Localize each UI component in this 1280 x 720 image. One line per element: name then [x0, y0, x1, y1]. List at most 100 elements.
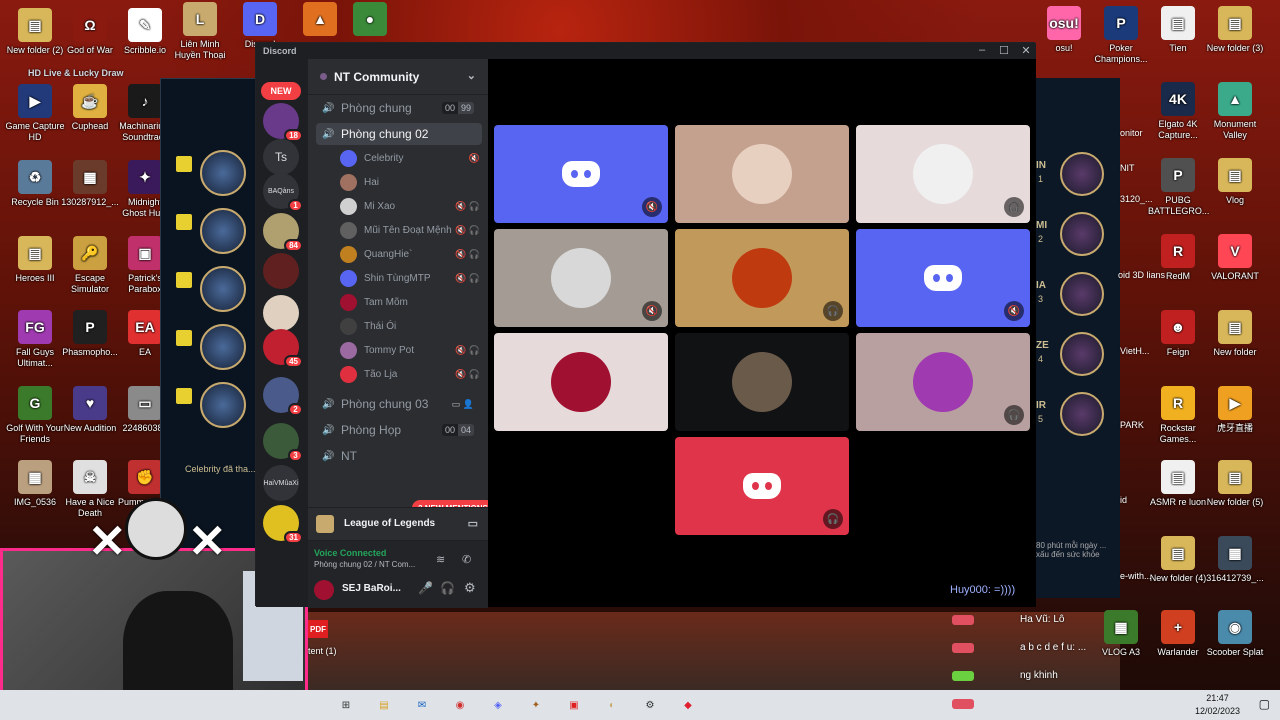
champion-portrait[interactable] — [1060, 212, 1104, 256]
participant-tile[interactable]: 🎧 — [856, 333, 1030, 431]
desktop-icon[interactable]: 🔑 Escape Simulator — [60, 236, 120, 295]
notification-icon[interactable]: ▢ — [1259, 697, 1270, 711]
participant-tile[interactable]: 🎧 — [856, 125, 1030, 223]
desktop-icon[interactable]: ▶ Game Capture HD — [5, 84, 65, 143]
desktop-icon[interactable]: ☕ Cuphead — [60, 84, 120, 132]
voice-user[interactable]: Hai — [340, 171, 480, 193]
desktop-icon[interactable]: ▶ 虎牙直播 — [1205, 386, 1265, 434]
participant-tile[interactable]: 🎧 — [675, 229, 849, 327]
chevron-down-icon[interactable]: ⌄ — [467, 69, 476, 82]
desktop-icon[interactable]: ▤ Tien — [1148, 6, 1208, 54]
gear-icon[interactable]: ⚙ — [464, 580, 476, 596]
desktop-icon[interactable]: P Phasmopho... — [60, 310, 120, 358]
server-icon[interactable]: 18 — [263, 103, 303, 142]
desktop-icon[interactable]: L Liên Minh Huyền Thoại — [170, 2, 230, 61]
taskbar-app-icon[interactable]: ✉ — [412, 695, 432, 715]
username[interactable]: SEJ BaRoi... — [342, 583, 401, 594]
participant-tile[interactable] — [494, 333, 668, 431]
server-icon[interactable]: BAQàns 1 — [263, 173, 303, 212]
server-icon[interactable]: 31 — [263, 505, 303, 544]
voice-user[interactable]: Mi Xao 🔇 🎧 — [340, 195, 480, 217]
desktop-icon[interactable]: ▤ New folder (4) — [1148, 536, 1208, 584]
close-icon[interactable]: ✕ — [1016, 44, 1036, 57]
server-icon[interactable] — [263, 295, 299, 331]
desktop-icon[interactable]: ▲ Monument Valley — [1205, 82, 1265, 141]
participant-tile[interactable]: 🔇 — [494, 229, 668, 327]
desktop-icon[interactable]: ♻ Recycle Bin — [5, 160, 65, 208]
desktop-icon[interactable]: Ω God of War — [60, 8, 120, 56]
desktop-icon[interactable]: ▦ VLOG A3 — [1091, 610, 1151, 658]
participant-tile[interactable]: 🔇 — [494, 125, 668, 223]
desktop-icon[interactable]: ▤ Heroes III — [5, 236, 65, 284]
voice-channel[interactable]: 🔊 Phòng chung 03 ▭ 👤 — [316, 393, 482, 415]
desktop-icon[interactable]: ▤ New folder — [1205, 310, 1265, 358]
taskbar-app-icon[interactable]: ◆ — [678, 695, 698, 715]
desktop-icon[interactable]: ◉ Scoober Splat — [1205, 610, 1265, 658]
desktop-icon[interactable]: G Golf With Your Friends — [5, 386, 65, 445]
voice-user[interactable]: Thái Ói — [340, 315, 480, 337]
voice-user[interactable]: Tam Mõm — [340, 291, 480, 313]
participant-tile[interactable]: 🔇 — [856, 229, 1030, 327]
server-icon[interactable]: HaiVMûaXi — [263, 465, 299, 501]
mic-icon[interactable]: 🎤 — [418, 581, 433, 595]
maximize-icon[interactable]: ☐ — [994, 44, 1014, 57]
desktop-icon[interactable]: ▦ IMG_0536 — [5, 460, 65, 508]
server-icon[interactable]: 45 — [263, 329, 303, 368]
desktop-icon[interactable]: FG Fall Guys Ultimat... — [5, 310, 65, 369]
noise-suppression-icon[interactable]: ≋ — [436, 553, 445, 566]
server-icon[interactable] — [263, 253, 299, 289]
pdf-icon[interactable]: PDF — [308, 620, 328, 638]
desktop-icon[interactable]: ♥ New Audition — [60, 386, 120, 434]
desktop-icon[interactable]: P Poker Champions... — [1091, 6, 1151, 65]
voice-channel[interactable]: 🔊 Phòng Họp 00 04 — [316, 419, 482, 441]
champion-portrait[interactable] — [200, 150, 246, 196]
champion-portrait[interactable] — [1060, 392, 1104, 436]
champion-portrait[interactable] — [200, 382, 246, 428]
voice-location[interactable]: Phòng chung 02 / NT Com... — [314, 560, 434, 569]
screen-icon[interactable]: ▭ — [468, 517, 478, 530]
participant-tile[interactable] — [675, 333, 849, 431]
server-icon[interactable]: 2 — [263, 377, 303, 416]
champion-portrait[interactable] — [200, 208, 246, 254]
desktop-icon[interactable]: ▦ 316412739_... — [1205, 536, 1265, 584]
taskbar-app-icon[interactable]: ✦ — [526, 695, 546, 715]
minimize-icon[interactable]: – — [972, 44, 992, 56]
headphones-icon[interactable]: 🎧 — [440, 581, 455, 595]
disconnect-icon[interactable]: ✆ — [462, 553, 471, 566]
champion-portrait[interactable] — [1060, 152, 1104, 196]
activity-bar[interactable]: League of Legends ▭ — [308, 507, 488, 539]
taskbar-app-icon[interactable]: ◐ — [602, 695, 622, 715]
server-header[interactable]: NT Community ⌄ — [308, 59, 488, 95]
taskbar-app-icon[interactable]: ⊞ — [336, 695, 356, 715]
server-icon[interactable]: 84 — [263, 213, 303, 252]
champion-portrait[interactable] — [200, 266, 246, 312]
desktop-icon[interactable]: 4K Elgato 4K Capture... — [1148, 82, 1208, 141]
desktop-icon[interactable]: V VALORANT — [1205, 234, 1265, 282]
champion-portrait[interactable] — [1060, 272, 1104, 316]
voice-user[interactable]: Tão Lja 🔇 🎧 — [340, 363, 480, 385]
desktop-icon[interactable]: ▤ New folder (5) — [1205, 460, 1265, 508]
desktop-icon[interactable]: + Warlander — [1148, 610, 1208, 658]
desktop-icon[interactable]: osu! osu! — [1034, 6, 1094, 54]
avatar[interactable] — [314, 580, 334, 600]
desktop-icon[interactable]: P PUBG BATTLEGRO... — [1148, 158, 1209, 217]
voice-channel[interactable]: 🔊 Phòng chung 02 — [316, 123, 482, 145]
channel-actions-icon[interactable]: ▭ 👤 — [452, 399, 474, 410]
taskbar-app-icon[interactable]: ▣ — [564, 695, 584, 715]
server-icon[interactable]: Ts — [263, 139, 299, 175]
voice-channel[interactable]: 🔊 Phòng chung 00 99 — [316, 97, 482, 119]
voice-user[interactable]: Mũi Tên Đoạt Mệnh 🔇 🎧 — [340, 219, 480, 241]
taskbar-app-icon[interactable]: ▤ — [374, 695, 394, 715]
taskbar-app-icon[interactable]: ◈ — [488, 695, 508, 715]
participant-tile[interactable] — [675, 125, 849, 223]
taskbar-app-icon[interactable]: ⚙ — [640, 695, 660, 715]
voice-user[interactable]: Shin TùngMTP 🔇 🎧 — [340, 267, 480, 289]
desktop-icon[interactable]: ▤ ASMR re luon — [1148, 460, 1208, 508]
champion-portrait[interactable] — [1060, 332, 1104, 376]
voice-user[interactable]: Tommy Pot 🔇 🎧 — [340, 339, 480, 361]
desktop-icon[interactable]: ✎ Scribble.io — [115, 8, 175, 56]
desktop-icon[interactable]: ▦ 130287912_... — [60, 160, 120, 208]
server-icon[interactable]: 3 — [263, 423, 303, 462]
clock[interactable]: 21:47 12/02/2023 — [1195, 692, 1240, 718]
taskbar-app-icon[interactable]: ◉ — [450, 695, 470, 715]
